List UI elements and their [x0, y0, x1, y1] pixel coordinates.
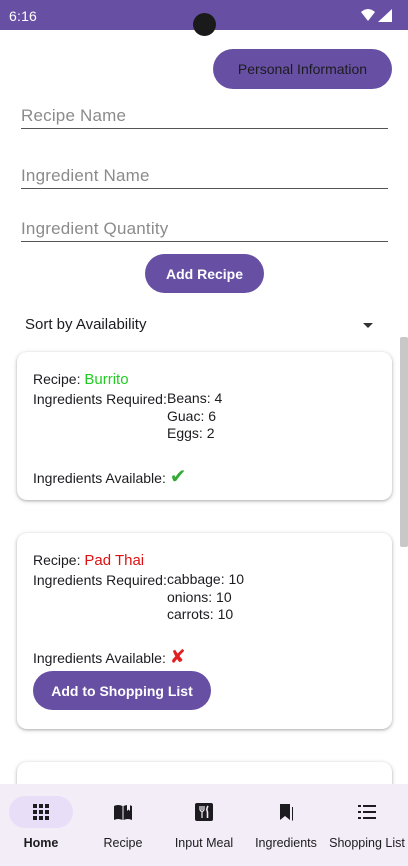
check-icon: ✔: [169, 466, 187, 488]
ingredient-item: cabbage: 10: [167, 571, 245, 587]
ingredients-available-label: Ingredients Available:: [33, 650, 166, 666]
grid-icon: [33, 804, 49, 820]
ingredient-name-placeholder: Ingredient Name: [21, 166, 150, 185]
ingredients-available-row: Ingredients Available: ✔: [33, 464, 187, 489]
ingredients-required-label: Ingredients Required:: [33, 391, 167, 407]
nav-item-home[interactable]: Home: [0, 784, 82, 866]
ingredients-required-label: Ingredients Required:: [33, 572, 167, 588]
ingredient-item: Guac: 6: [167, 407, 217, 424]
recipe-title-row: Recipe: Burrito: [33, 371, 129, 388]
nav-label: Shopping List: [329, 836, 405, 850]
recipe-name-placeholder: Recipe Name: [21, 106, 127, 125]
ingredient-item: onions: 10: [167, 588, 232, 605]
utensils-icon: [195, 803, 213, 821]
sort-dropdown[interactable]: Sort by Availability: [25, 316, 375, 336]
dropdown-arrow-icon: [363, 323, 373, 328]
bottom-navigation: Home Recipe Input Meal Ingredients Shopp…: [0, 784, 408, 866]
ingredients-available-label: Ingredients Available:: [33, 470, 166, 486]
nav-label: Input Meal: [174, 836, 234, 850]
ingredients-available-row: Ingredients Available: ✘: [33, 646, 186, 669]
nav-item-recipe[interactable]: Recipe: [82, 784, 164, 866]
scrollbar[interactable]: [400, 337, 408, 547]
nav-item-input-meal[interactable]: Input Meal: [163, 784, 245, 866]
bookmarks-icon: [280, 804, 293, 821]
recipe-name: Burrito: [84, 371, 129, 388]
recipe-title-row: Recipe: Pad Thai: [33, 552, 144, 569]
status-bar: 6:16: [0, 0, 408, 36]
recipe-label: Recipe:: [33, 371, 81, 387]
ingredient-item: carrots: 10: [167, 606, 234, 622]
status-time: 6:16: [9, 8, 38, 24]
recipe-name-input[interactable]: Recipe Name: [21, 89, 388, 129]
ingredient-name-input[interactable]: Ingredient Name: [21, 149, 388, 189]
ingredients-list: Beans: 4 Guac: 6 Eggs: 2: [167, 390, 222, 443]
camera-cutout: [193, 13, 216, 36]
recipe-card: Recipe: Pad Thai Ingredients Required: c…: [17, 533, 392, 729]
personal-information-button[interactable]: Personal Information: [213, 49, 392, 89]
nav-label: Ingredients: [255, 836, 317, 850]
nav-label: Recipe: [103, 836, 143, 850]
recipe-label: Recipe:: [33, 552, 81, 568]
add-recipe-button[interactable]: Add Recipe: [145, 254, 264, 293]
ingredient-item: Eggs: 2: [167, 425, 215, 441]
nav-label: Home: [23, 836, 59, 850]
ingredients-list: cabbage: 10 onions: 10 carrots: 10: [167, 571, 244, 624]
wifi-signal-icon: [361, 9, 392, 22]
book-icon: [114, 805, 132, 820]
list-icon: [358, 805, 376, 819]
nav-item-ingredients[interactable]: Ingredients: [245, 784, 327, 866]
ingredient-item: Beans: 4: [167, 390, 223, 406]
cross-icon: ✘: [169, 647, 186, 668]
ingredient-quantity-input[interactable]: Ingredient Quantity: [21, 202, 388, 242]
nav-item-shopping-list[interactable]: Shopping List: [326, 784, 408, 866]
ingredient-quantity-placeholder: Ingredient Quantity: [21, 219, 169, 238]
add-to-shopping-list-button[interactable]: Add to Shopping List: [33, 671, 211, 710]
recipe-card: Recipe: Burrito Ingredients Required: Be…: [17, 352, 392, 500]
recipe-name: Pad Thai: [84, 552, 145, 569]
sort-selected-value: Sort by Availability: [25, 316, 147, 333]
